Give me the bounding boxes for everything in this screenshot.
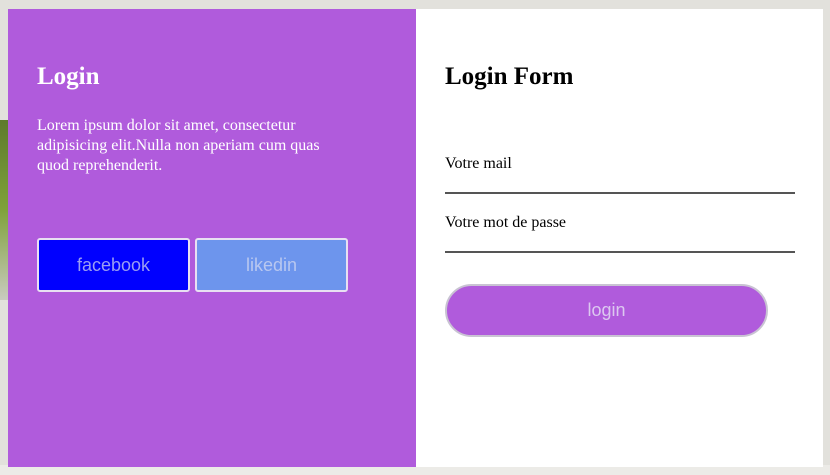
social-buttons: facebook likedin — [37, 238, 348, 292]
info-title: Login — [37, 63, 100, 90]
form-panel: Login Form login — [416, 9, 823, 467]
login-button[interactable]: login — [445, 284, 768, 337]
login-card: Login Lorem ipsum dolor sit amet, consec… — [8, 9, 823, 467]
linkedin-button[interactable]: likedin — [195, 238, 348, 292]
form-title: Login Form — [445, 63, 574, 90]
password-field-wrapper — [445, 208, 795, 253]
email-field[interactable] — [445, 149, 795, 173]
password-field[interactable] — [445, 208, 795, 232]
email-field-wrapper — [445, 149, 795, 194]
info-panel: Login Lorem ipsum dolor sit amet, consec… — [8, 9, 416, 467]
facebook-button[interactable]: facebook — [37, 238, 190, 292]
info-description: Lorem ipsum dolor sit amet, consectetur … — [37, 117, 320, 174]
